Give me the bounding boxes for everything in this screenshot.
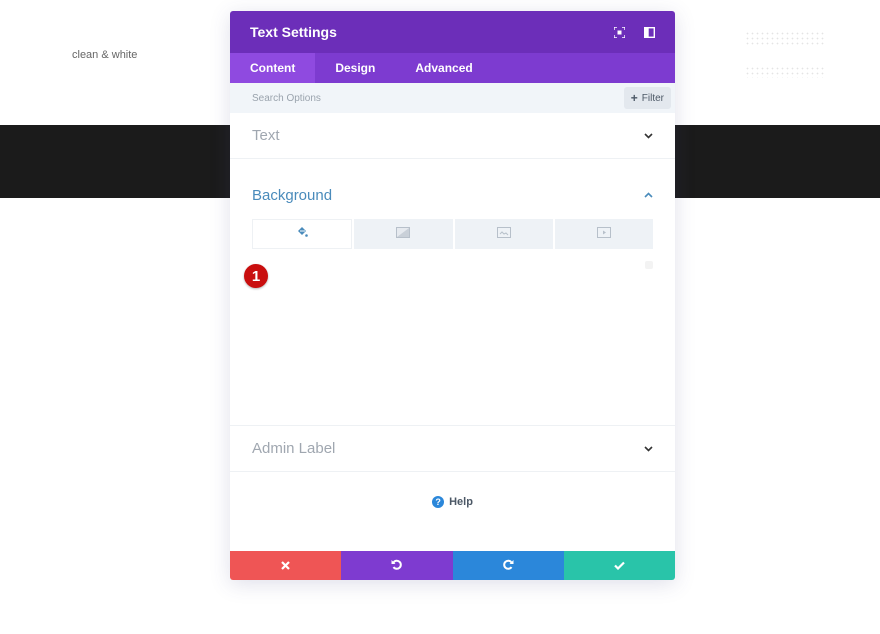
image-icon (496, 225, 511, 243)
search-bar: + Filter (230, 83, 675, 113)
search-options-input[interactable] (252, 92, 452, 104)
split-view-icon[interactable] (643, 26, 655, 38)
plus-icon: + (630, 91, 638, 105)
tab-advanced[interactable]: Advanced (395, 53, 492, 83)
page: clean & white Text Settings Content Desi… (0, 0, 880, 634)
section-title-admin-label: Admin Label (252, 440, 336, 457)
redo-icon (502, 557, 514, 575)
background-panel: 1 (230, 219, 675, 426)
dot-pattern-decoration (745, 31, 825, 47)
site-tagline: clean & white (72, 49, 138, 61)
tab-content[interactable]: Content (230, 53, 316, 83)
background-type-tabs (252, 219, 653, 249)
help-link[interactable]: Help (449, 496, 473, 508)
modal-tabs: Content Design Advanced (230, 53, 675, 83)
modal-title: Text Settings (250, 24, 337, 40)
redo-button[interactable] (452, 551, 564, 580)
settings-modal: Text Settings Content Design Advanced Se… (230, 11, 675, 580)
bg-tab-gradient[interactable] (354, 219, 453, 249)
section-text-toggle[interactable]: Text (230, 113, 675, 159)
save-button[interactable] (563, 551, 675, 580)
undo-icon (391, 557, 403, 575)
help-row: ? Help (230, 472, 675, 532)
chevron-down-icon (643, 131, 653, 141)
step-number-badge: 1 (244, 264, 268, 288)
help-icon[interactable]: ? (432, 496, 445, 508)
modal-header[interactable]: Text Settings (230, 11, 675, 53)
modal-footer (230, 551, 675, 580)
bg-tab-color[interactable] (252, 219, 353, 249)
reset-icon[interactable] (645, 261, 653, 269)
section-title-text: Text (252, 127, 280, 144)
undo-button[interactable] (341, 551, 453, 580)
filter-label: Filter (641, 92, 664, 104)
close-icon (281, 557, 290, 575)
bg-tab-video[interactable] (554, 219, 653, 249)
section-admin-label-toggle[interactable]: Admin Label (230, 426, 675, 472)
chevron-up-icon (643, 190, 653, 200)
bg-tab-image[interactable] (454, 219, 553, 249)
gradient-icon (396, 225, 411, 243)
expand-icon[interactable] (613, 26, 625, 38)
section-title-background: Background (252, 186, 333, 204)
paint-bucket-icon (296, 225, 308, 243)
check-icon (614, 557, 625, 575)
dot-pattern-decoration (745, 66, 825, 78)
header-icons (613, 26, 655, 38)
cancel-button[interactable] (230, 551, 342, 580)
section-background-toggle[interactable]: Background (230, 159, 675, 219)
filter-button[interactable]: + Filter (623, 87, 671, 109)
chevron-down-icon (643, 444, 653, 454)
tab-design[interactable]: Design (315, 53, 395, 83)
video-icon (596, 225, 611, 243)
